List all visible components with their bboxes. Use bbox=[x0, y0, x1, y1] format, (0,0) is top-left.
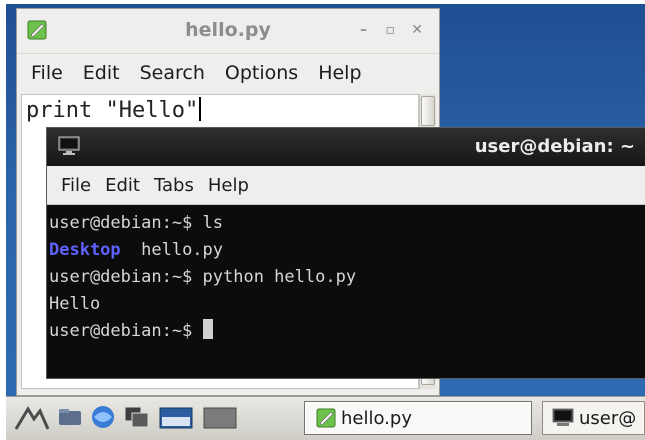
task-editor[interactable]: hello.py bbox=[304, 401, 532, 435]
desktop-switcher-icon[interactable] bbox=[158, 403, 194, 431]
browser-icon[interactable] bbox=[88, 403, 118, 431]
terminal-menubar: File Edit Tabs Help bbox=[47, 166, 645, 205]
task-label: hello.py bbox=[341, 407, 412, 429]
command: python hello.py bbox=[202, 267, 357, 287]
terminal-icon bbox=[58, 136, 80, 155]
task-terminal[interactable]: user@ bbox=[542, 401, 645, 435]
command: ls bbox=[202, 213, 224, 233]
file-manager-icon[interactable] bbox=[56, 403, 84, 431]
desktop: hello.py – ▫ ✕ File Edit Search Options … bbox=[6, 4, 645, 396]
editor-title: hello.py bbox=[185, 19, 271, 41]
command-output: Hello bbox=[49, 294, 101, 314]
prompt: user@debian:~$ bbox=[49, 321, 203, 341]
prompt: user@debian:~$ bbox=[49, 213, 203, 233]
terminal-title: user@debian: ~ bbox=[474, 136, 635, 157]
terminal-icon bbox=[552, 408, 574, 426]
directory-entry: Desktop bbox=[49, 240, 121, 260]
terminal-titlebar[interactable]: user@debian: ~ bbox=[47, 128, 645, 166]
code-text: print "Hello" bbox=[26, 98, 199, 123]
minimize-icon[interactable]: – bbox=[360, 22, 367, 38]
menu-file[interactable]: File bbox=[31, 62, 63, 84]
menu-options[interactable]: Options bbox=[225, 62, 298, 84]
desktop-switcher-icon[interactable] bbox=[202, 403, 238, 431]
terminal-line: Desktop hello.py bbox=[49, 237, 645, 264]
prompt: user@debian:~$ bbox=[49, 267, 203, 287]
term-menu-edit[interactable]: Edit bbox=[105, 175, 140, 196]
terminal-screen[interactable]: user@debian:~$ ls Desktop hello.py user@… bbox=[47, 206, 645, 378]
editor-menubar: File Edit Search Options Help bbox=[17, 55, 439, 91]
terminal-line: user@debian:~$ bbox=[49, 318, 645, 345]
menu-launcher-icon[interactable] bbox=[14, 403, 50, 431]
menu-edit[interactable]: Edit bbox=[83, 62, 120, 84]
leafpad-icon bbox=[316, 408, 336, 428]
terminal-line: user@debian:~$ python hello.py bbox=[49, 264, 645, 291]
terminal-line: user@debian:~$ ls bbox=[49, 210, 645, 237]
terminal-cursor bbox=[202, 319, 213, 339]
file-entry: hello.py bbox=[120, 240, 224, 260]
maximize-icon[interactable]: ▫ bbox=[386, 22, 396, 38]
term-menu-tabs[interactable]: Tabs bbox=[154, 175, 194, 196]
taskbar: hello.py user@ bbox=[6, 396, 645, 440]
code-line: print "Hello" bbox=[26, 97, 202, 123]
text-caret bbox=[199, 97, 202, 121]
term-menu-file[interactable]: File bbox=[61, 175, 91, 196]
menu-help[interactable]: Help bbox=[318, 62, 361, 84]
menu-search[interactable]: Search bbox=[140, 62, 205, 84]
terminal-line: Hello bbox=[49, 291, 645, 318]
terminal-window: user@debian: ~ File Edit Tabs Help user@… bbox=[46, 127, 645, 379]
windows-icon[interactable] bbox=[122, 403, 152, 431]
term-menu-help[interactable]: Help bbox=[208, 175, 249, 196]
scrollbar-thumb[interactable] bbox=[421, 96, 435, 126]
task-label: user@ bbox=[579, 407, 637, 429]
close-icon[interactable]: ✕ bbox=[411, 22, 423, 38]
editor-titlebar[interactable]: hello.py – ▫ ✕ bbox=[17, 9, 439, 54]
